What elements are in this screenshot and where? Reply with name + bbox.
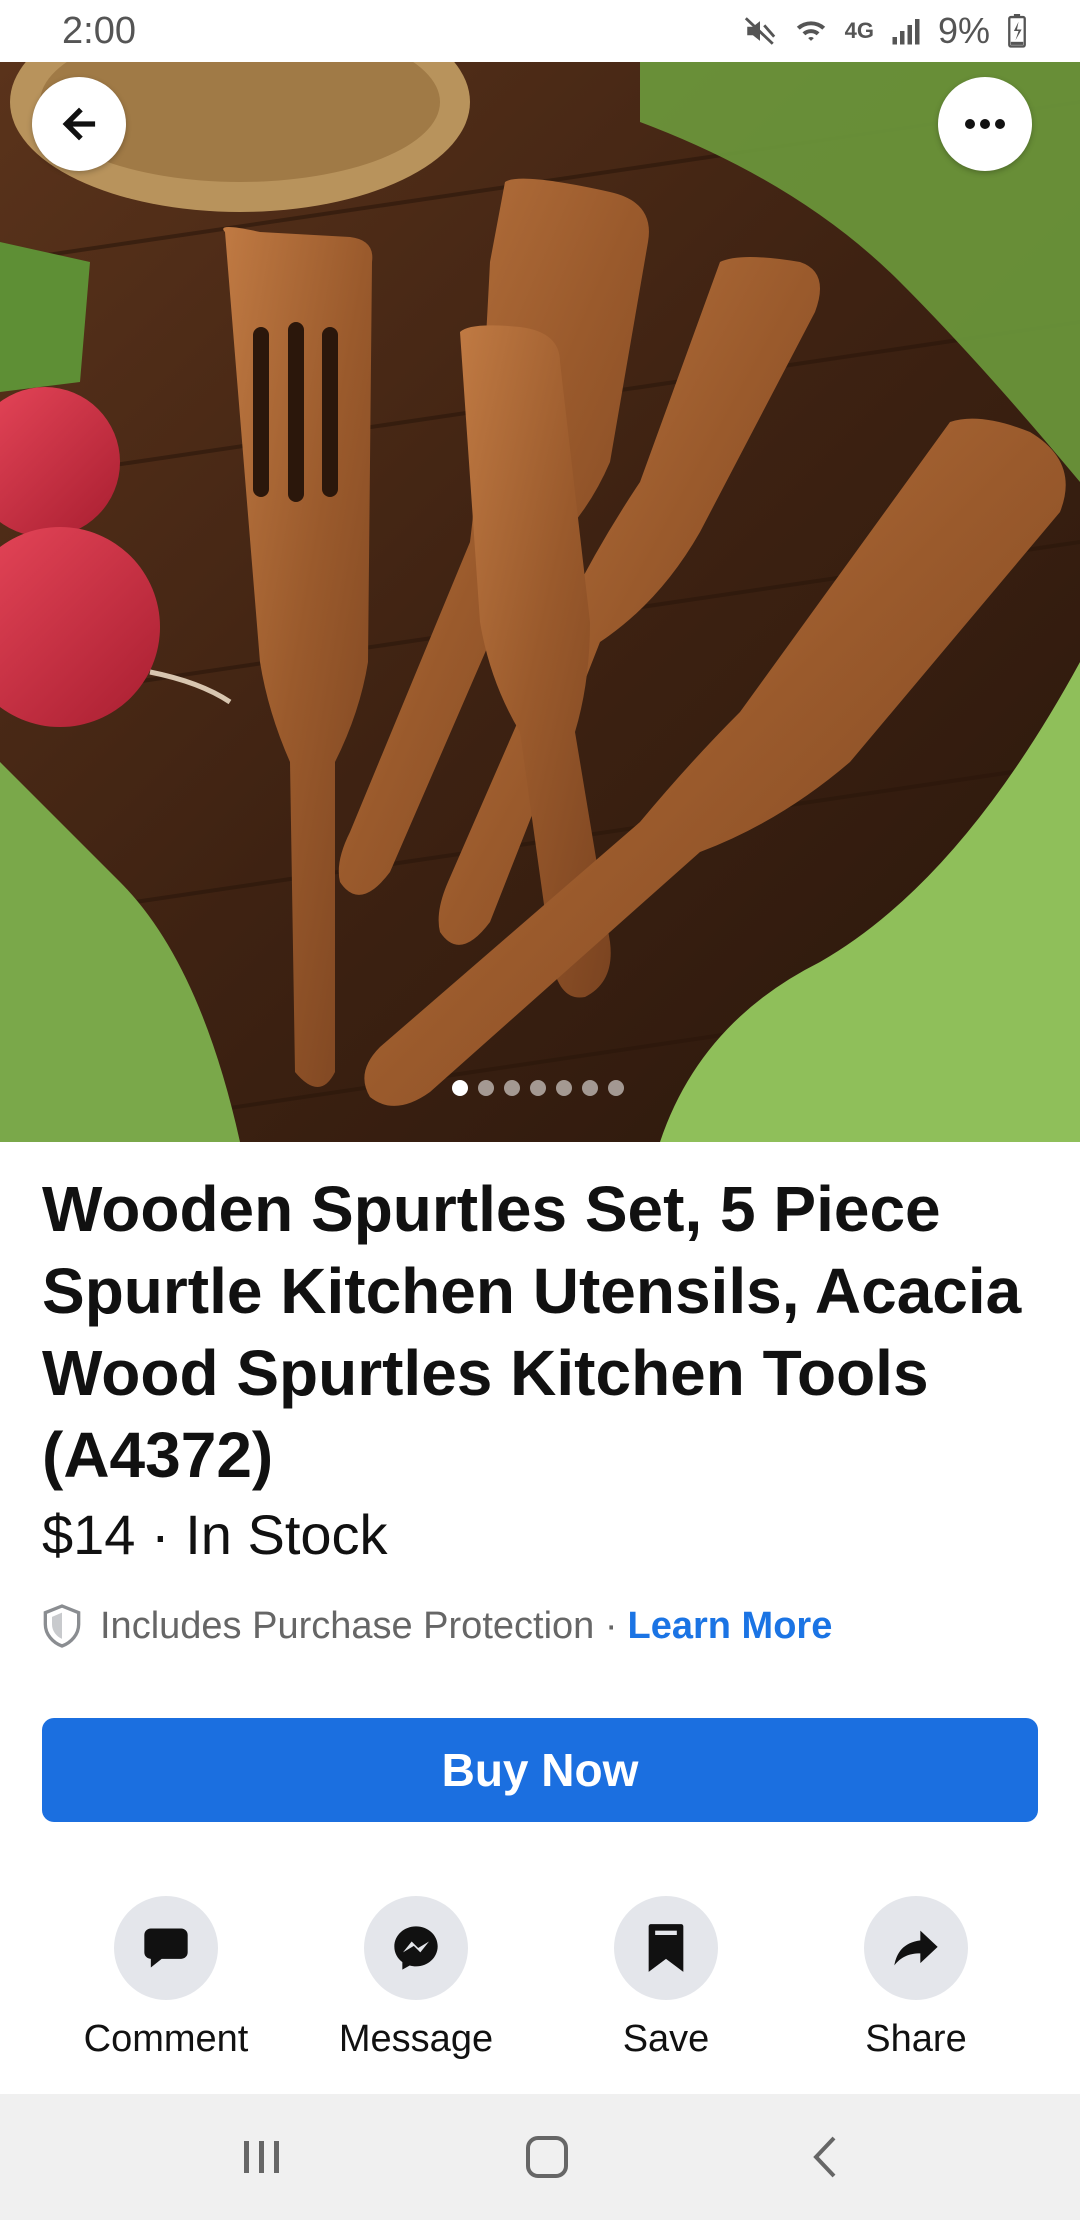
buy-now-button[interactable]: Buy Now — [42, 1718, 1038, 1822]
home-icon[interactable] — [524, 2134, 570, 2180]
carousel-dot[interactable] — [478, 1080, 494, 1096]
action-bar: Comment Message Save Share — [0, 1896, 1080, 2061]
battery-charging-icon — [1008, 14, 1026, 48]
messenger-icon — [364, 1896, 468, 2000]
more-options-button[interactable] — [938, 77, 1032, 171]
status-time: 2:00 — [62, 9, 136, 52]
message-button[interactable]: Message — [291, 1896, 541, 2061]
product-photo — [0, 62, 1080, 1142]
back-nav-icon[interactable] — [810, 2134, 840, 2180]
recent-apps-icon[interactable] — [240, 2137, 284, 2177]
carousel-dot[interactable] — [530, 1080, 546, 1096]
wifi-icon — [796, 21, 825, 41]
system-nav-bar — [0, 2094, 1080, 2220]
status-icons: 4G 9% — [743, 10, 1028, 52]
product-title: Wooden Spurtles Set, 5 Piece Spurtle Kit… — [42, 1173, 1022, 1491]
share-button[interactable]: Share — [791, 1896, 1041, 2061]
carousel-dot[interactable] — [608, 1080, 624, 1096]
carousel-dot[interactable] — [452, 1080, 468, 1096]
share-label: Share — [865, 2018, 967, 2060]
carousel-indicator — [452, 1080, 624, 1096]
save-label: Save — [622, 2018, 710, 2060]
signal-icon — [892, 19, 920, 45]
price-availability: $14 · In Stock — [42, 1503, 388, 1566]
more-dots-icon — [965, 119, 1005, 129]
comment-button[interactable]: Comment — [41, 1896, 291, 2061]
save-button[interactable]: Save — [541, 1896, 791, 2061]
network-label: 4G — [844, 18, 874, 43]
message-label: Message — [338, 2018, 494, 2060]
status-bar: 2:00 4G 9% — [0, 0, 1080, 62]
protection-text: Includes Purchase Protection · — [100, 1604, 618, 1647]
back-button[interactable] — [32, 77, 126, 171]
carousel-dot[interactable] — [582, 1080, 598, 1096]
carousel-dot[interactable] — [504, 1080, 520, 1096]
product-image-carousel[interactable] — [0, 62, 1080, 1142]
comment-icon — [114, 1896, 218, 2000]
share-icon — [864, 1896, 968, 2000]
bookmark-icon — [614, 1896, 718, 2000]
learn-more-link[interactable]: Learn More — [628, 1605, 833, 1648]
comment-label: Comment — [83, 2018, 249, 2060]
carousel-dot[interactable] — [556, 1080, 572, 1096]
shield-icon — [43, 1604, 81, 1648]
purchase-protection: Includes Purchase Protection · Learn Mor… — [42, 1604, 832, 1648]
back-arrow-icon — [62, 107, 96, 141]
mute-icon — [744, 17, 775, 45]
battery-percent: 9% — [937, 10, 990, 51]
